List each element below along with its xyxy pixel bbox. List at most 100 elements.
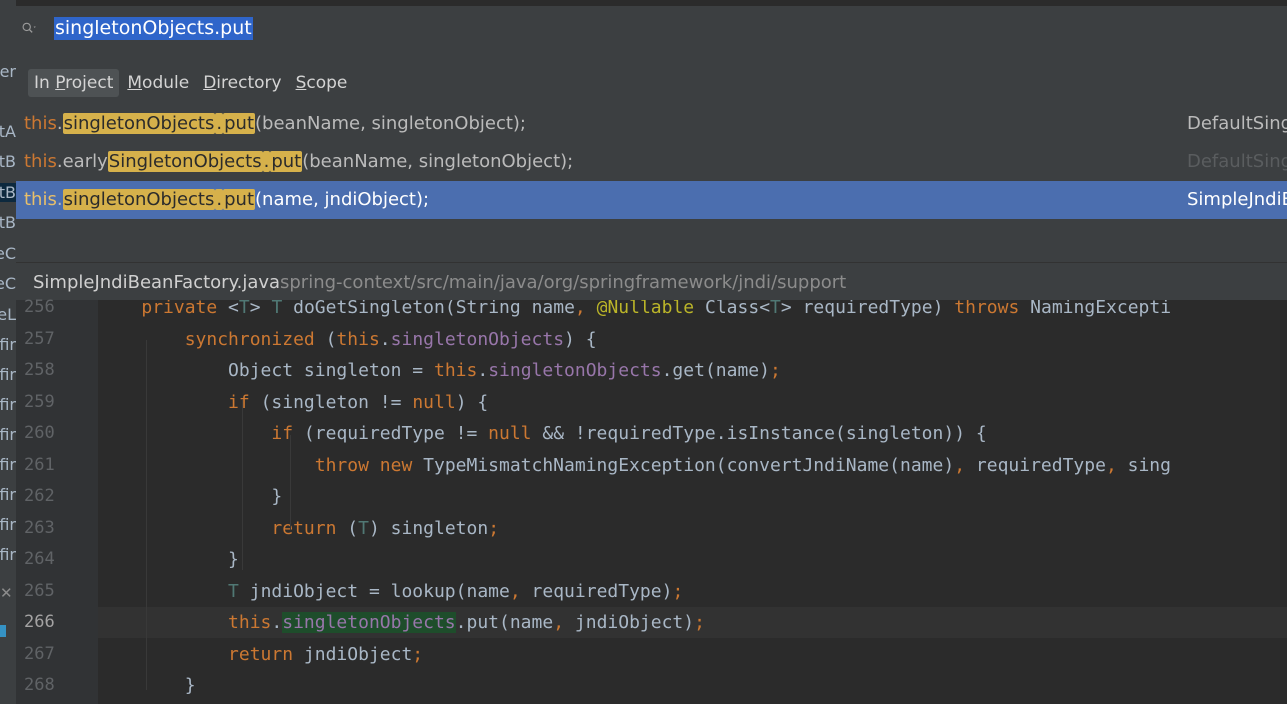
scope-tab[interactable]: In Project (28, 69, 120, 97)
search-history-icon[interactable] (22, 20, 38, 36)
project-tree-item[interactable]: eC (0, 244, 16, 263)
annotation: @Nullable (596, 300, 695, 318)
mnemonic: M (127, 73, 143, 93)
project-tree-item[interactable]: fir (0, 545, 16, 564)
search-input[interactable]: singletonObjects.put (54, 17, 253, 40)
project-tree-item[interactable]: tB (0, 183, 16, 202)
project-tree-item[interactable]: er (0, 62, 16, 81)
keyword: private (141, 300, 218, 318)
match-highlight: put (223, 189, 256, 210)
line-number: 264 (24, 549, 55, 569)
field: singletonObjects (488, 360, 662, 381)
result-row[interactable]: this.earlySingletonObjects. put(beanName,… (16, 143, 1287, 181)
line-number: 262 (24, 486, 55, 506)
line-number: 268 (24, 675, 55, 695)
punct: ; (672, 580, 684, 602)
code-line[interactable]: return jndiObject; (98, 639, 1287, 670)
keyword: return (271, 517, 337, 539)
keyword: null (488, 423, 532, 444)
keyword: this (336, 328, 380, 350)
punct: , (574, 300, 586, 318)
project-tree-item[interactable]: tA (0, 122, 16, 141)
keyword: return (228, 643, 294, 665)
indent-guide (242, 400, 243, 570)
project-tree-item[interactable]: fir (0, 515, 16, 534)
result-code: this.singletonObjects. put(name, jndiObje… (24, 181, 429, 219)
close-icon[interactable]: ✕ (0, 584, 13, 602)
code-line[interactable]: return (T) singleton; (98, 513, 1287, 544)
result-row[interactable]: this.singletonObjects. put(name, jndiObje… (16, 181, 1287, 219)
code-line[interactable]: throw new TypeMismatchNamingException(co… (98, 450, 1287, 481)
scope-tab[interactable]: Module (121, 69, 195, 97)
code-line[interactable]: T jndiObject = lookup(name, requiredType… (98, 576, 1287, 607)
field: singletonObjects (282, 612, 456, 633)
keyword: null (412, 391, 456, 413)
line-number: 261 (24, 454, 55, 475)
line-number: 256 (24, 297, 55, 317)
result-code: this.singletonObjects. put(beanName, sing… (24, 105, 526, 143)
result-file: SimpleJndiBeanFactory.java (1187, 189, 1287, 210)
code-line[interactable]: if (singleton != null) { (98, 387, 1287, 418)
mnemonic: D (203, 73, 217, 93)
scope-tab[interactable]: Directory (197, 69, 287, 97)
keyword: synchronized (184, 328, 315, 350)
code-line[interactable]: } (98, 481, 1287, 512)
project-tree-item[interactable]: fir (0, 485, 16, 504)
preview-file-header: SimpleJndiBeanFactory.java spring-contex… (16, 262, 1287, 301)
punct: , (1105, 454, 1117, 476)
type-param: T (358, 517, 369, 539)
project-tree-item[interactable]: fir (0, 395, 16, 414)
match-highlight-dot: . (215, 189, 224, 210)
result-row[interactable]: this.singletonObjects. put(beanName, sing… (16, 105, 1287, 143)
project-tree-strip: ✕ er tA tB tB tB eC eC eL fir fir fir fir fir fir fir f… (0, 0, 16, 704)
match-prefix: early (62, 151, 108, 172)
dot: . (56, 113, 63, 134)
line-number: 267 (24, 643, 55, 664)
find-in-path-popup: singletonObjects.put In Project Module Dir… (16, 0, 1287, 301)
project-tree-item[interactable]: fir (0, 455, 16, 474)
line-number: 258 (24, 360, 55, 380)
match-highlight: put (223, 113, 256, 134)
indent-guide (146, 340, 147, 690)
keyword-this: this (24, 189, 57, 210)
code-line[interactable]: this.singletonObjects.put(name, jndiObje… (98, 607, 1287, 638)
code-line[interactable]: if (requiredType != null && !requiredTyp… (98, 418, 1287, 449)
project-tree-item[interactable]: eC (0, 274, 16, 293)
punct: ; (488, 517, 500, 539)
dot: . (56, 189, 63, 210)
mnemonic: S (295, 73, 307, 93)
code-line[interactable]: synchronized (this.singletonObjects) { (98, 324, 1287, 355)
project-tree-item[interactable]: eL (0, 305, 16, 324)
punct: , (553, 612, 565, 633)
code-line[interactable]: } (98, 670, 1287, 701)
keyword-this: this (24, 113, 57, 134)
keyword: if (228, 391, 250, 413)
result-code: this.earlySingletonObjects. put(beanName,… (24, 143, 573, 181)
code-line[interactable]: } (98, 544, 1287, 575)
project-tree-item[interactable]: fir (0, 335, 16, 354)
type-param: T (770, 300, 781, 318)
match-rest: (name, jndiObject); (255, 189, 430, 210)
project-tree-item[interactable]: tB (0, 152, 16, 171)
keyword-this: this (24, 151, 57, 172)
punct: ; (412, 643, 424, 665)
line-number: 265 (24, 580, 55, 601)
keyword: throws (954, 300, 1020, 318)
result-file: DefaultSingletonBeanRegistry.java (1187, 113, 1287, 134)
type-param: T (228, 580, 239, 602)
project-tree-item[interactable]: fir (0, 365, 16, 384)
match-rest: (beanName, singletonObject); (255, 113, 526, 134)
match-highlight-dot: . (215, 113, 224, 134)
field: singletonObjects (390, 328, 565, 350)
result-file: DefaultSingletonBeanRegistry.java (1187, 151, 1287, 172)
code-line[interactable]: private <T> T doGetSingleton(String name… (98, 300, 1287, 323)
project-tree-item[interactable]: tB (0, 213, 16, 232)
type-param: T (271, 300, 283, 318)
match-rest: (beanName, singletonObject); (302, 151, 574, 172)
project-tree-item[interactable]: fir (0, 425, 16, 444)
preview-file-path: spring-context/src/main/java/org/springf… (280, 272, 847, 293)
code-editor[interactable]: private <T> T doGetSingleton(String name… (98, 300, 1287, 704)
code-line[interactable]: Object singleton = this.singletonObjects… (98, 355, 1287, 386)
scope-tab[interactable]: Scope (290, 69, 354, 97)
mnemonic: P (55, 73, 66, 93)
